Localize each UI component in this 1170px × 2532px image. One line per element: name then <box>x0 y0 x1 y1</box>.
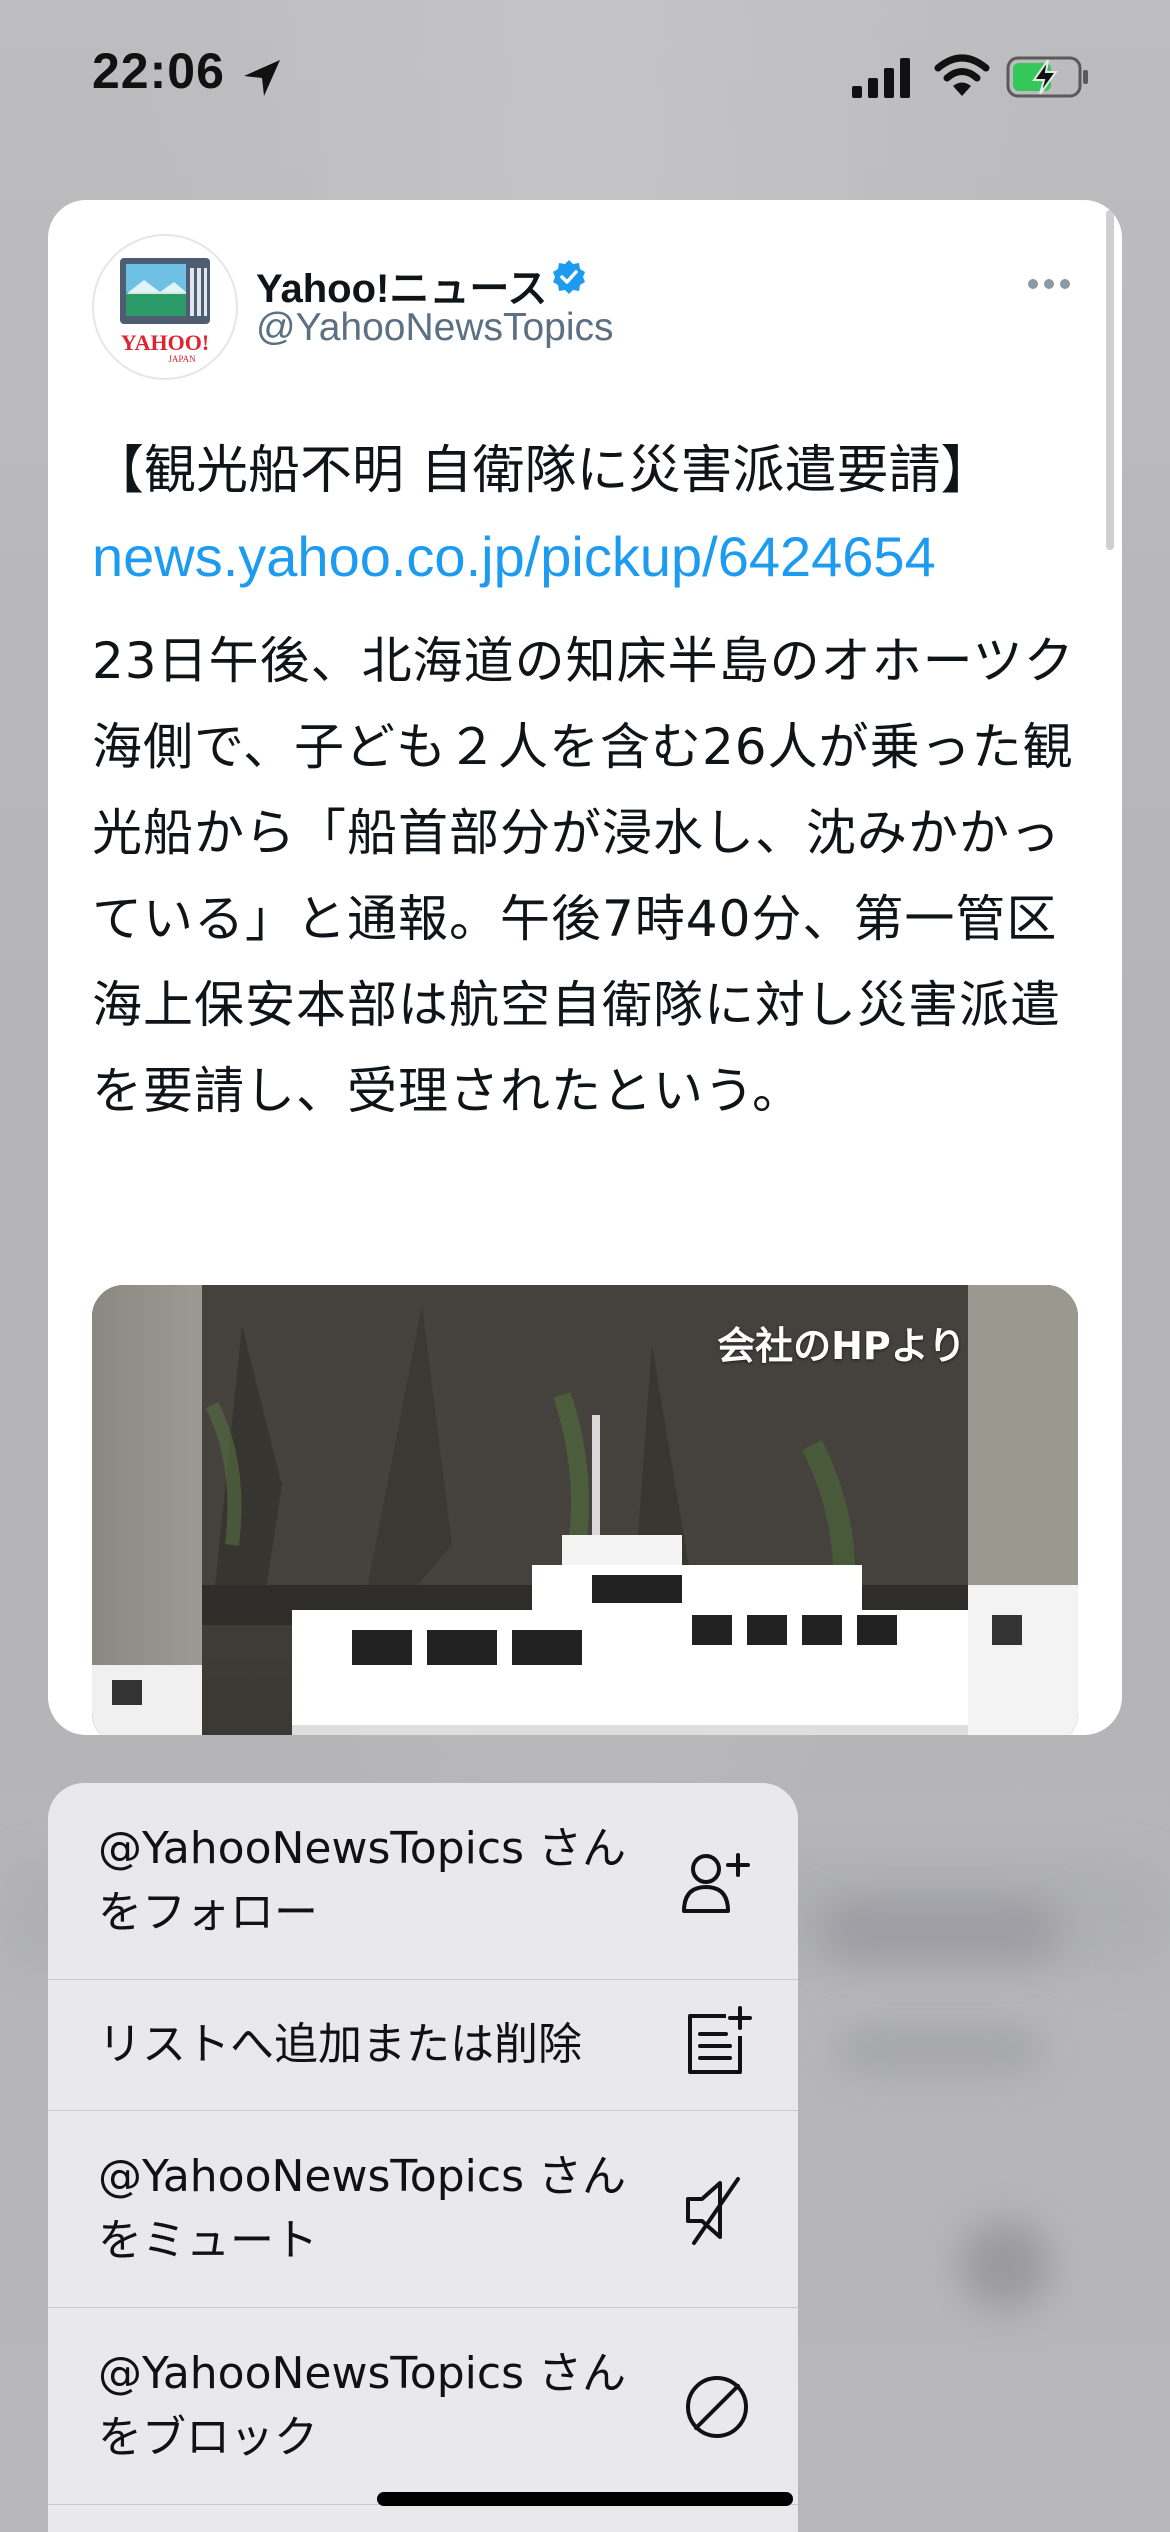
status-bar: 22:06 <box>0 0 1170 150</box>
tweet-card[interactable]: YAHOO! JAPAN Yahoo!ニュース @YahooNewsTopics… <box>48 200 1122 1735</box>
menu-item-mute[interactable]: @YahooNewsTopics さん をミュート <box>48 2111 798 2308</box>
menu-item-block[interactable]: @YahooNewsTopics さん をブロック <box>48 2308 798 2505</box>
blurred-background-shape <box>840 2030 1040 2070</box>
menu-item-label-line1: @YahooNewsTopics さん <box>98 2348 626 2399</box>
menu-item-label-line2: をミュート <box>98 2215 318 2266</box>
context-menu: @YahooNewsTopics さん をフォロー リストへ追加または削除 @Y… <box>48 1783 798 2532</box>
cellular-signal-icon <box>852 58 910 98</box>
menu-item-label-line2: をフォロー <box>98 1887 318 1938</box>
menu-item-label: @YahooNewsTopics さん をフォロー <box>98 1817 626 1945</box>
handle[interactable]: @YahooNewsTopics <box>256 306 614 350</box>
more-options-button[interactable] <box>1028 274 1078 294</box>
avatar-brand-text: YAHOO! <box>121 330 209 355</box>
home-indicator[interactable] <box>377 2492 793 2506</box>
tweet-body: 23日午後、北海道の知床半島のオホーツク海側で、子ども２人を含む26人が乗った観… <box>92 632 1075 1120</box>
menu-item-label: @YahooNewsTopics さん をミュート <box>98 2145 626 2273</box>
menu-item-label-line1: リストへ追加または削除 <box>98 2019 582 2070</box>
tweet-media-image[interactable]: 会社のHPより <box>92 1285 1078 1735</box>
yahoo-news-logo-icon: YAHOO! JAPAN <box>120 258 210 364</box>
menu-item-label: リストへ追加または削除 <box>98 2013 582 2077</box>
menu-item-follow[interactable]: @YahooNewsTopics さん をフォロー <box>48 1783 798 1980</box>
menu-item-label-line1: @YahooNewsTopics さん <box>98 1823 626 1874</box>
menu-item-label-line2: をブロック <box>98 2412 318 2463</box>
avatar-brand-subtext: JAPAN <box>168 354 196 364</box>
status-time: 22:06 <box>92 43 225 99</box>
tweet-headline: 【観光船不明 自衛隊に災害派遣要請】 <box>92 441 993 501</box>
battery-charging-icon <box>1006 56 1088 98</box>
wifi-icon <box>934 54 990 96</box>
menu-item-label-line1: @YahooNewsTopics さん <box>98 2151 626 2202</box>
more-dot-icon <box>1044 279 1054 289</box>
scroll-indicator <box>1106 210 1114 550</box>
menu-item-label: @YahooNewsTopics さん をブロック <box>98 2342 626 2470</box>
block-icon <box>686 2376 748 2438</box>
more-dot-icon <box>1028 279 1038 289</box>
blurred-background-shape <box>820 1900 1060 1960</box>
follow-user-icon <box>682 1853 750 1913</box>
menu-item-add-to-list[interactable]: リストへ追加または削除 <box>48 1980 798 2111</box>
avatar[interactable]: YAHOO! JAPAN <box>92 234 238 380</box>
blurred-background-shape <box>960 2220 1050 2310</box>
location-arrow-icon <box>244 60 280 96</box>
media-caption: 会社のHPより <box>717 1324 966 1368</box>
more-dot-icon <box>1060 279 1070 289</box>
tweet-link[interactable]: news.yahoo.co.jp/pickup/6424654 <box>92 522 1092 592</box>
add-to-list-icon <box>688 2006 752 2074</box>
mute-icon <box>686 2177 740 2245</box>
verified-badge-icon <box>553 260 585 294</box>
